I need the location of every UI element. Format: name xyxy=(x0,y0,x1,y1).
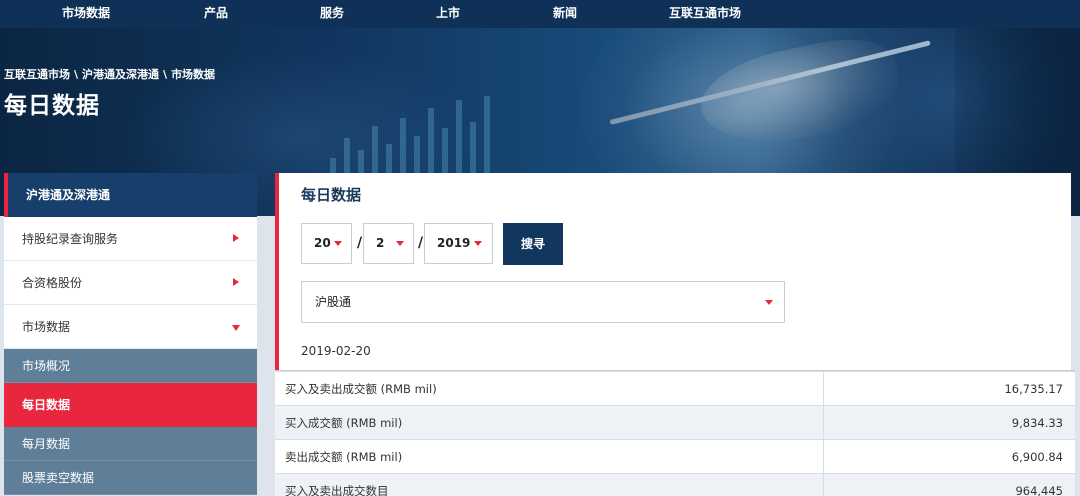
daily-data-table: 买入及卖出成交额 (RMB mil) 16,735.17 买入成交额 (RMB … xyxy=(275,371,1075,496)
date-separator: / xyxy=(357,235,363,251)
day-select[interactable]: 20 xyxy=(301,223,352,264)
breadcrumb-separator: \ xyxy=(74,68,79,81)
row-value: 964,445 xyxy=(823,473,1075,496)
sidebar-item-shareholding-search[interactable]: 持股纪录查询服务 xyxy=(4,217,257,261)
nav-news[interactable]: 新闻 xyxy=(553,0,577,28)
sidebar-subitem-daily-data[interactable]: 每日数据 xyxy=(4,383,257,427)
date-separator: / xyxy=(418,235,424,251)
row-label: 卖出成交额 (RMB mil) xyxy=(275,439,824,474)
day-select-value: 20 xyxy=(314,236,331,250)
breadcrumb-connect-market[interactable]: 互联互通市场 xyxy=(4,68,70,81)
chevron-down-icon xyxy=(232,325,240,331)
month-select-value: 2 xyxy=(376,236,385,250)
sidebar-header: 沪港通及深港通 xyxy=(4,173,257,217)
sidebar-subitem-market-overview[interactable]: 市场概况 xyxy=(4,349,257,383)
sidebar-subitem-short-selling[interactable]: 股票卖空数据 xyxy=(4,461,257,495)
search-button[interactable]: 搜寻 xyxy=(503,223,563,265)
sidebar-item-label: 合资格股份 xyxy=(22,276,83,290)
main-panel: 每日数据 20 / 2 / 2019 搜寻 沪股通 2019-02-20 买入及… xyxy=(275,173,1075,496)
selected-date: 2019-02-20 xyxy=(301,344,371,358)
table-row: 买入成交额 (RMB mil) 9,834.33 xyxy=(275,405,1075,440)
year-select[interactable]: 2019 xyxy=(424,223,493,264)
section-title: 每日数据 xyxy=(301,186,362,204)
nav-products[interactable]: 产品 xyxy=(204,0,228,28)
year-select-value: 2019 xyxy=(437,236,471,250)
nav-listing[interactable]: 上市 xyxy=(436,0,460,28)
market-select-value: 沪股通 xyxy=(315,295,352,309)
breadcrumb-separator: \ xyxy=(163,68,168,81)
caret-down-icon xyxy=(765,300,773,305)
chevron-right-icon xyxy=(233,234,239,242)
row-label: 买入及卖出成交数目 xyxy=(275,473,824,496)
breadcrumb-market-data[interactable]: 市场数据 xyxy=(171,68,215,81)
table-row: 买入及卖出成交额 (RMB mil) 16,735.17 xyxy=(275,371,1075,406)
chevron-right-icon xyxy=(233,278,239,286)
nav-services[interactable]: 服务 xyxy=(320,0,344,28)
sidebar: 沪港通及深港通 持股纪录查询服务 合资格股份 市场数据 市场概况 每日数据 每月… xyxy=(4,173,257,496)
row-label: 买入成交额 (RMB mil) xyxy=(275,405,824,440)
page-title: 每日数据 xyxy=(4,93,100,119)
row-value: 6,900.84 xyxy=(823,439,1075,474)
table-row: 买入及卖出成交数目 964,445 xyxy=(275,473,1075,496)
sidebar-item-label: 持股纪录查询服务 xyxy=(22,232,119,246)
row-value: 16,735.17 xyxy=(823,371,1075,406)
month-select[interactable]: 2 xyxy=(363,223,414,264)
row-value: 9,834.33 xyxy=(823,405,1075,440)
breadcrumb-connect[interactable]: 沪港通及深港通 xyxy=(82,68,159,81)
sidebar-subitem-monthly-data[interactable]: 每月数据 xyxy=(4,427,257,461)
caret-down-icon xyxy=(334,241,342,246)
sidebar-item-market-data[interactable]: 市场数据 xyxy=(4,305,257,349)
nav-connect-market[interactable]: 互联互通市场 xyxy=(669,0,741,28)
breadcrumb: 互联互通市场 \ 沪港通及深港通 \ 市场数据 xyxy=(4,66,215,82)
row-label: 买入及卖出成交额 (RMB mil) xyxy=(275,371,824,406)
top-navigation-bar: 市场数据 产品 服务 上市 新闻 互联互通市场 xyxy=(0,0,1080,28)
caret-down-icon xyxy=(474,241,482,246)
caret-down-icon xyxy=(396,241,404,246)
table-row: 卖出成交额 (RMB mil) 6,900.84 xyxy=(275,439,1075,474)
sidebar-item-label: 市场数据 xyxy=(22,320,71,334)
nav-market-data[interactable]: 市场数据 xyxy=(62,0,110,28)
market-select[interactable]: 沪股通 xyxy=(301,281,785,323)
sidebar-item-eligible-stocks[interactable]: 合资格股份 xyxy=(4,261,257,305)
